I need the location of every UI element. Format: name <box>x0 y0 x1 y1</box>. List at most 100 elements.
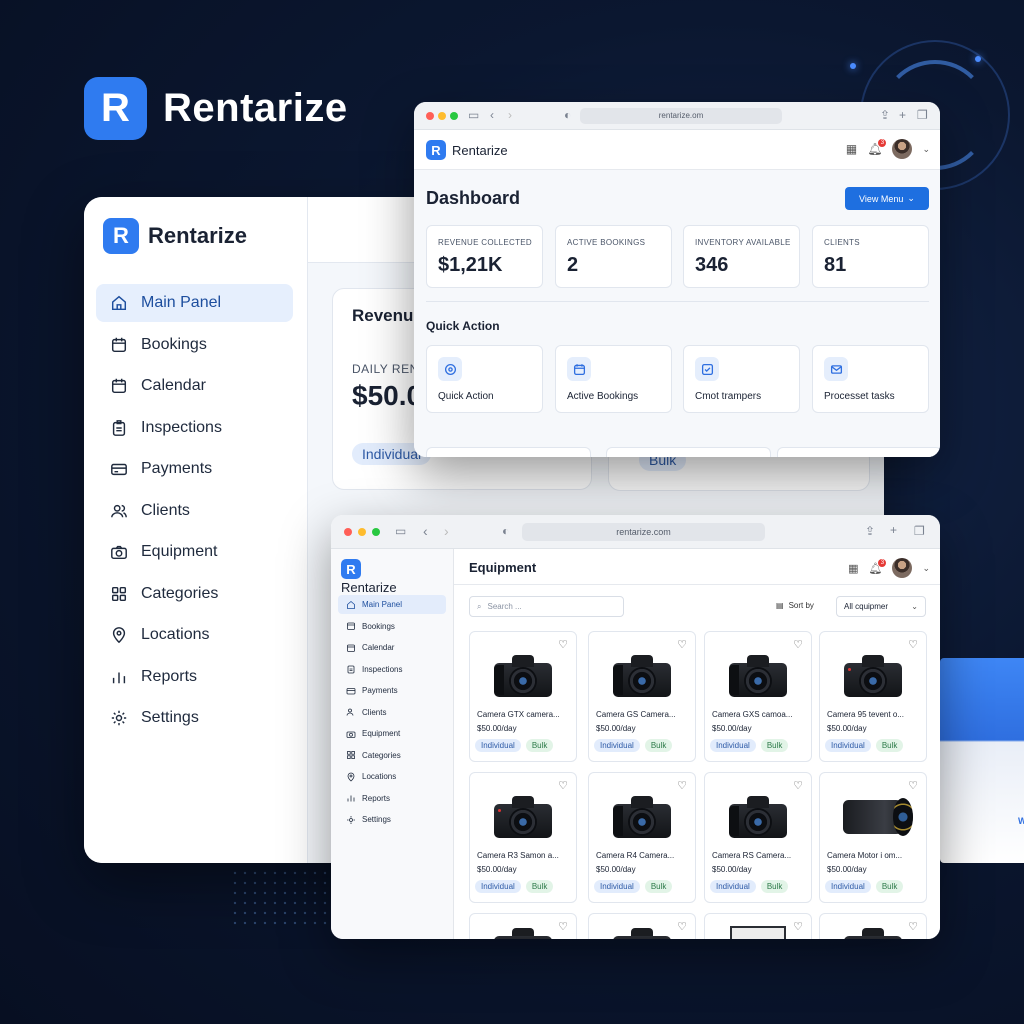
sidebar-item-inspections[interactable]: Inspections <box>96 409 293 447</box>
users-icon <box>345 707 356 718</box>
tag-bulk[interactable]: Bulk <box>875 739 904 752</box>
sidebar-nav: Main Panel Bookings Calendar Inspections… <box>96 284 293 741</box>
tag-individual[interactable]: Individual <box>475 739 521 752</box>
bell-icon[interactable]: 🔔︎ 3 <box>868 558 887 575</box>
share-icon[interactable]: ⇪ <box>865 524 875 538</box>
share-icon[interactable]: ⇪ <box>880 108 890 122</box>
sidebar-item-clients[interactable]: Clients <box>338 703 446 722</box>
tag-bulk[interactable]: Bulk <box>760 880 789 893</box>
equipment-card[interactable]: ♡ Camera R4 Camera... $50.00/day Individ… <box>588 772 696 903</box>
quick-action-card[interactable]: Active Bookings <box>555 345 672 413</box>
tag-bulk[interactable]: Bulk <box>644 880 673 893</box>
tag-individual[interactable]: Individual <box>825 880 871 893</box>
sidebar-item-settings[interactable]: Settings <box>338 810 446 829</box>
sidebar-item-inspections[interactable]: Inspections <box>338 660 446 679</box>
sidebar-item-equipment[interactable]: Equipment <box>338 724 446 743</box>
tag-individual[interactable]: Individual <box>710 880 756 893</box>
avatar[interactable] <box>892 558 913 578</box>
close-window-button[interactable] <box>344 528 352 536</box>
back-arrow-icon[interactable]: ‹ <box>423 523 428 539</box>
tabs-icon[interactable]: ❐ <box>917 108 928 122</box>
maximize-window-button[interactable] <box>372 528 380 536</box>
tag-bulk[interactable]: Bulk <box>525 880 554 893</box>
sidebar-item-main-panel[interactable]: Main Panel <box>96 284 293 322</box>
sidebar-toggle-icon[interactable]: ▭ <box>395 524 406 538</box>
sidebar-item-bookings[interactable]: Bookings <box>96 326 293 364</box>
bell-icon[interactable]: 🔔︎ 3 <box>867 139 887 156</box>
back-arrow-icon[interactable]: ‹ <box>490 108 494 122</box>
sidebar-item-payments[interactable]: Payments <box>96 450 293 488</box>
url-bar[interactable]: rentarize.om <box>580 108 782 124</box>
sidebar-toggle-icon[interactable]: ▭ <box>468 108 479 122</box>
tag-bulk[interactable]: Bulk <box>875 880 904 893</box>
sidebar-item-main-panel[interactable]: Main Panel <box>338 595 446 614</box>
forward-arrow-icon[interactable]: › <box>444 523 449 539</box>
tag-bulk[interactable]: Bulk <box>644 739 673 752</box>
equipment-card[interactable]: ♡ Camera Motor i om... $50.00/day Indivi… <box>819 772 927 903</box>
equipment-card[interactable]: ♡ <box>704 913 812 939</box>
tag-individual[interactable]: Individual <box>475 880 521 893</box>
sidebar-item-label: Reports <box>362 793 391 803</box>
decorative-dot <box>850 63 856 69</box>
sidebar-item-reports[interactable]: Reports <box>96 658 293 696</box>
new-tab-icon[interactable]: + <box>899 108 906 122</box>
equipment-card[interactable]: ♡ Camera GS Camera... $50.00/day Individ… <box>588 631 696 762</box>
sidebar-logo[interactable]: R Rentarize <box>103 218 247 254</box>
equipment-card[interactable]: ♡ Camera RS Camera... $50.00/day Individ… <box>704 772 812 903</box>
search-input[interactable]: ⌕ Search ... <box>469 596 624 617</box>
equipment-card[interactable]: ♡ Camera R3 Samon a... $50.00/day Indivi… <box>469 772 577 903</box>
sidebar-item-locations[interactable]: Locations <box>338 767 446 786</box>
equipment-card[interactable]: ♡ Camera GTX camera... $50.00/day Indivi… <box>469 631 577 762</box>
tag-individual[interactable]: Individual <box>594 880 640 893</box>
equipment-card[interactable]: ♡ <box>588 913 696 939</box>
sidebar-item-label: Equipment <box>362 729 401 738</box>
sidebar-item-calendar[interactable]: Calendar <box>96 367 293 405</box>
sidebar-item-payments[interactable]: Payments <box>338 681 446 700</box>
calendar-icon[interactable]: ▦ <box>846 142 857 156</box>
sidebar-item-equipment[interactable]: Equipment <box>96 533 293 571</box>
dashboard-content: Dashboard View Menu ⌄ REVENUE COLLECTED $1… <box>414 170 940 457</box>
tag-individual[interactable]: Individual <box>594 739 640 752</box>
url-bar[interactable]: rentarize.com <box>522 523 765 541</box>
sidebar-item-reports[interactable]: Reports <box>338 789 446 808</box>
close-window-button[interactable] <box>426 112 434 120</box>
sidebar-logo[interactable]: R Rentarize <box>341 559 397 597</box>
category-select[interactable]: All cquipmer ⌄ <box>836 596 926 617</box>
sidebar-item-locations[interactable]: Locations <box>96 616 293 654</box>
forward-arrow-icon[interactable]: › <box>508 108 512 122</box>
tag-individual[interactable]: Individual <box>825 739 871 752</box>
new-tab-icon[interactable]: + <box>890 523 897 537</box>
equipment-card[interactable]: ♡ Camera GXS camoa... $50.00/day Individ… <box>704 631 812 762</box>
sidebar-item-calendar[interactable]: Calendar <box>338 638 446 657</box>
view-menu-button[interactable]: View Menu ⌄ <box>845 187 929 210</box>
app-logo[interactable]: R Rentarize <box>426 140 508 160</box>
calendar-icon[interactable]: ▦ <box>848 562 858 575</box>
equipment-card[interactable]: ♡ <box>469 913 577 939</box>
chevron-down-icon[interactable]: ⌄ <box>922 144 930 155</box>
logo-icon: R <box>341 559 361 579</box>
background-panel: W <box>940 658 1024 863</box>
sidebar-item-bookings[interactable]: Bookings <box>338 617 446 636</box>
tag-individual[interactable]: Individual <box>710 739 756 752</box>
sort-control[interactable]: ▤ Sort by <box>776 601 814 610</box>
quick-action-card[interactable]: Quick Action <box>426 345 543 413</box>
equipment-card[interactable]: ♡ Camera 95 tevent o... $50.00/day Indiv… <box>819 631 927 762</box>
notification-badge: 3 <box>878 558 887 567</box>
minimize-window-button[interactable] <box>438 112 446 120</box>
tag-bulk[interactable]: Bulk <box>760 739 789 752</box>
sidebar-item-settings[interactable]: Settings <box>96 699 293 737</box>
sidebar-item-categories[interactable]: Categories <box>338 746 446 765</box>
sidebar-item-categories[interactable]: Categories <box>96 575 293 613</box>
quick-action-card[interactable]: Cmot trampers <box>683 345 800 413</box>
equipment-card[interactable]: ♡ <box>819 913 927 939</box>
page-title: Equipment <box>469 560 537 575</box>
sidebar-item-clients[interactable]: Clients <box>96 492 293 530</box>
tag-bulk[interactable]: Bulk <box>525 739 554 752</box>
quick-action-card[interactable]: Processet tasks <box>812 345 929 413</box>
clipboard-icon <box>345 664 356 675</box>
tabs-icon[interactable]: ❐ <box>914 524 925 538</box>
avatar[interactable] <box>892 139 913 159</box>
minimize-window-button[interactable] <box>358 528 366 536</box>
maximize-window-button[interactable] <box>450 112 458 120</box>
chevron-down-icon[interactable]: ⌄ <box>922 563 930 574</box>
